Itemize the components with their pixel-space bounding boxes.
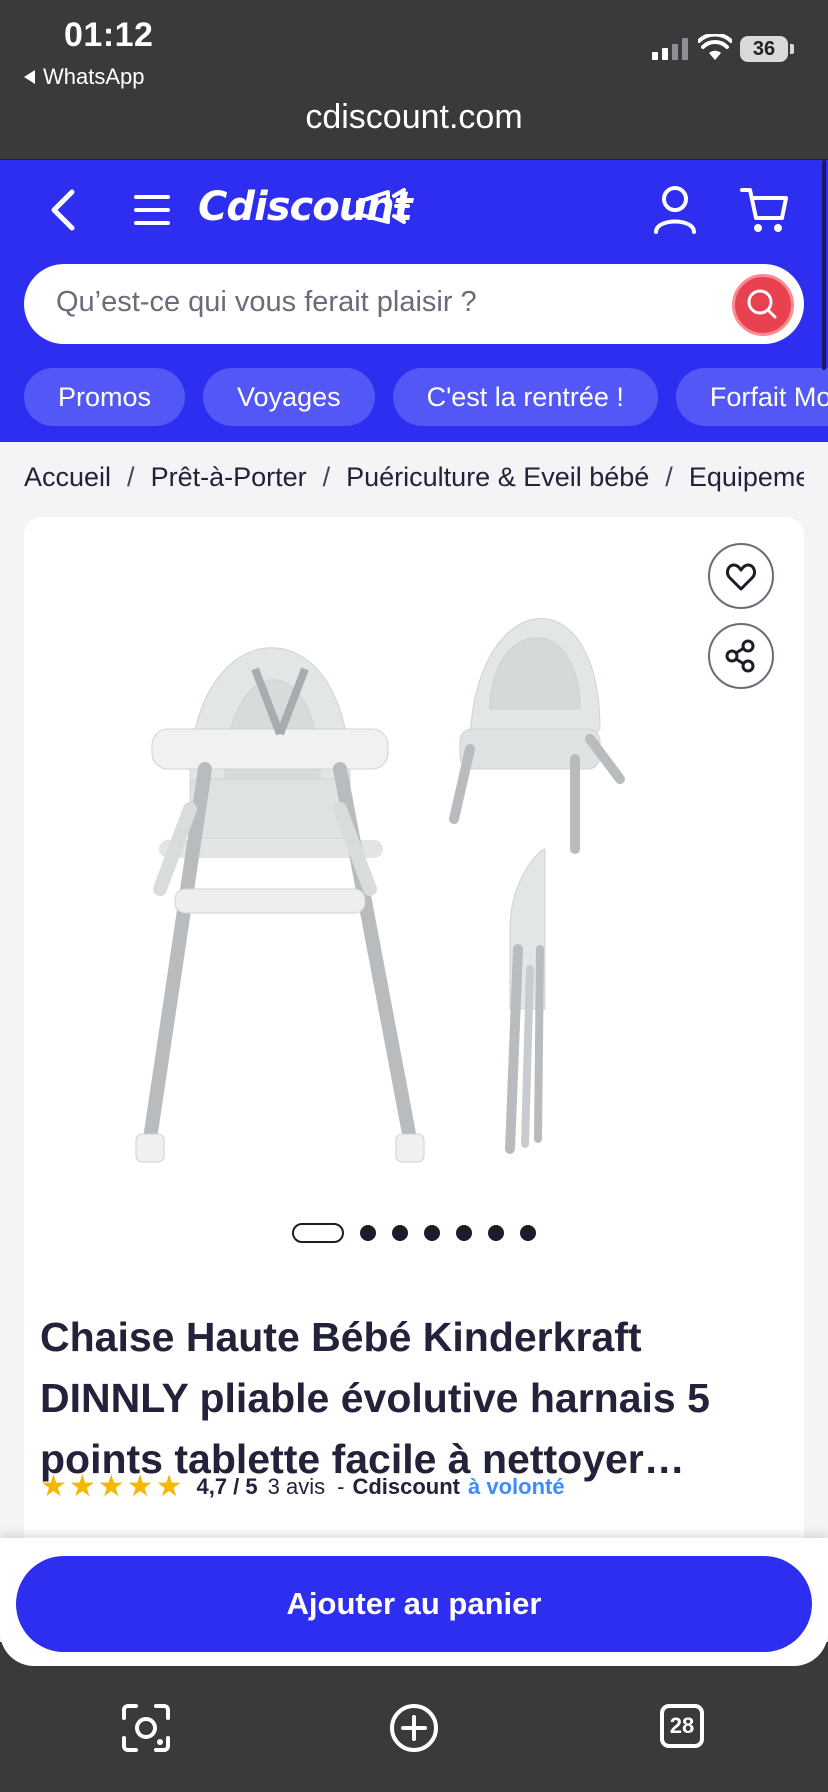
page-content: Accueil / Prêt-à-Porter / Puériculture & Eve… (0, 442, 828, 1642)
status-bar: 01:12 WhatsApp 36 (0, 0, 828, 100)
seller-name: Cdiscount (352, 1473, 461, 1499)
back-triangle-icon (24, 70, 35, 84)
new-tab-icon[interactable] (386, 1700, 442, 1756)
browser-toolbar: 28 (0, 1666, 828, 1792)
search-input[interactable]: Qu’est-ce qui vous ferait plaisir ? (24, 264, 804, 344)
heart-icon (725, 563, 757, 591)
wifi-icon (698, 34, 732, 60)
back-to-app-link[interactable]: WhatsApp (24, 64, 145, 90)
address-url[interactable]: cdiscount.com (0, 98, 828, 137)
carousel-dots (292, 1223, 536, 1243)
carousel-dot[interactable] (488, 1225, 504, 1241)
back-arrow-icon[interactable] (48, 188, 78, 232)
add-to-cart-panel: Ajouter au panier (0, 1538, 828, 1666)
carousel-dot[interactable] (392, 1225, 408, 1241)
search-icon (747, 289, 777, 319)
chip-promos[interactable]: Promos (24, 368, 186, 426)
search-placeholder: Qu’est-ce qui vous ferait plaisir ? (56, 286, 477, 318)
carousel-dot[interactable] (360, 1225, 376, 1241)
lens-camera-icon[interactable] (118, 1700, 174, 1756)
chip-rentree[interactable]: C'est la rentrée ! (392, 368, 658, 426)
product-image[interactable] (40, 549, 780, 1189)
breadcrumb-separator: / (127, 462, 135, 492)
rating-value: 4,7 / 5 (196, 1473, 258, 1499)
breadcrumb-separator: / (322, 462, 331, 492)
site-header: Cdiscount Qu’est-ce qui vous ferait plai… (0, 160, 828, 442)
share-button[interactable] (708, 623, 774, 689)
carousel-dot[interactable] (456, 1225, 472, 1241)
cdiscount-a-volonte-badge[interactable]: à volonté (468, 1474, 565, 1500)
carousel-dot-active[interactable] (292, 1223, 344, 1243)
screen: 01:12 WhatsApp 36 cdiscount.com Cdiscoun… (0, 0, 828, 1792)
carousel-dot[interactable] (520, 1225, 536, 1241)
breadcrumb-separator: / (665, 462, 673, 492)
product-card: Chaise Haute Bébé Kinderkraft DINNLY pli… (24, 517, 804, 1617)
back-app-label: WhatsApp (43, 64, 145, 89)
favorite-button[interactable] (708, 543, 774, 609)
rating-stars-icon: ★★★★★ (40, 1470, 185, 1503)
tabs-count-button[interactable]: 28 (660, 1704, 704, 1748)
status-time: 01:12 (64, 16, 154, 54)
category-chips: Promos Voyages C'est la rentrée ! Forfai… (24, 368, 828, 426)
cellular-signal-icon (652, 38, 688, 60)
megaphone-logo-icon (356, 188, 410, 224)
high-chair-folded (505, 848, 546, 1154)
breadcrumb-accueil[interactable]: Accueil (24, 462, 111, 492)
breadcrumb-puericulture[interactable]: Puériculture & Eveil bébé (346, 462, 649, 492)
breadcrumb-equipement[interactable]: Equipement (689, 462, 804, 492)
cart-icon[interactable] (740, 184, 788, 234)
chip-forfait-mobile[interactable]: Forfait Mobile (675, 368, 828, 426)
menu-icon[interactable] (132, 192, 172, 228)
rating-row: ★★★★★ 4,7 / 5 3 avis - Cdiscount à volon… (40, 1469, 565, 1504)
account-icon[interactable] (652, 184, 698, 234)
scroll-indicator (822, 160, 826, 370)
breadcrumb-pret-a-porter[interactable]: Prêt-à-Porter (151, 462, 307, 492)
breadcrumb: Accueil / Prêt-à-Porter / Puériculture & Eve… (24, 462, 804, 493)
carousel-dot[interactable] (424, 1225, 440, 1241)
product-title: Chaise Haute Bébé Kinderkraft DINNLY pli… (40, 1314, 710, 1482)
add-to-cart-button[interactable]: Ajouter au panier (16, 1556, 812, 1652)
rating-separator: - (337, 1473, 345, 1499)
battery-nub (790, 44, 794, 54)
chip-voyages[interactable]: Voyages (203, 368, 375, 426)
battery-indicator: 36 (740, 36, 788, 62)
share-icon (725, 639, 755, 673)
search-button[interactable] (732, 274, 794, 336)
review-count-link[interactable]: 3 avis (268, 1474, 325, 1500)
